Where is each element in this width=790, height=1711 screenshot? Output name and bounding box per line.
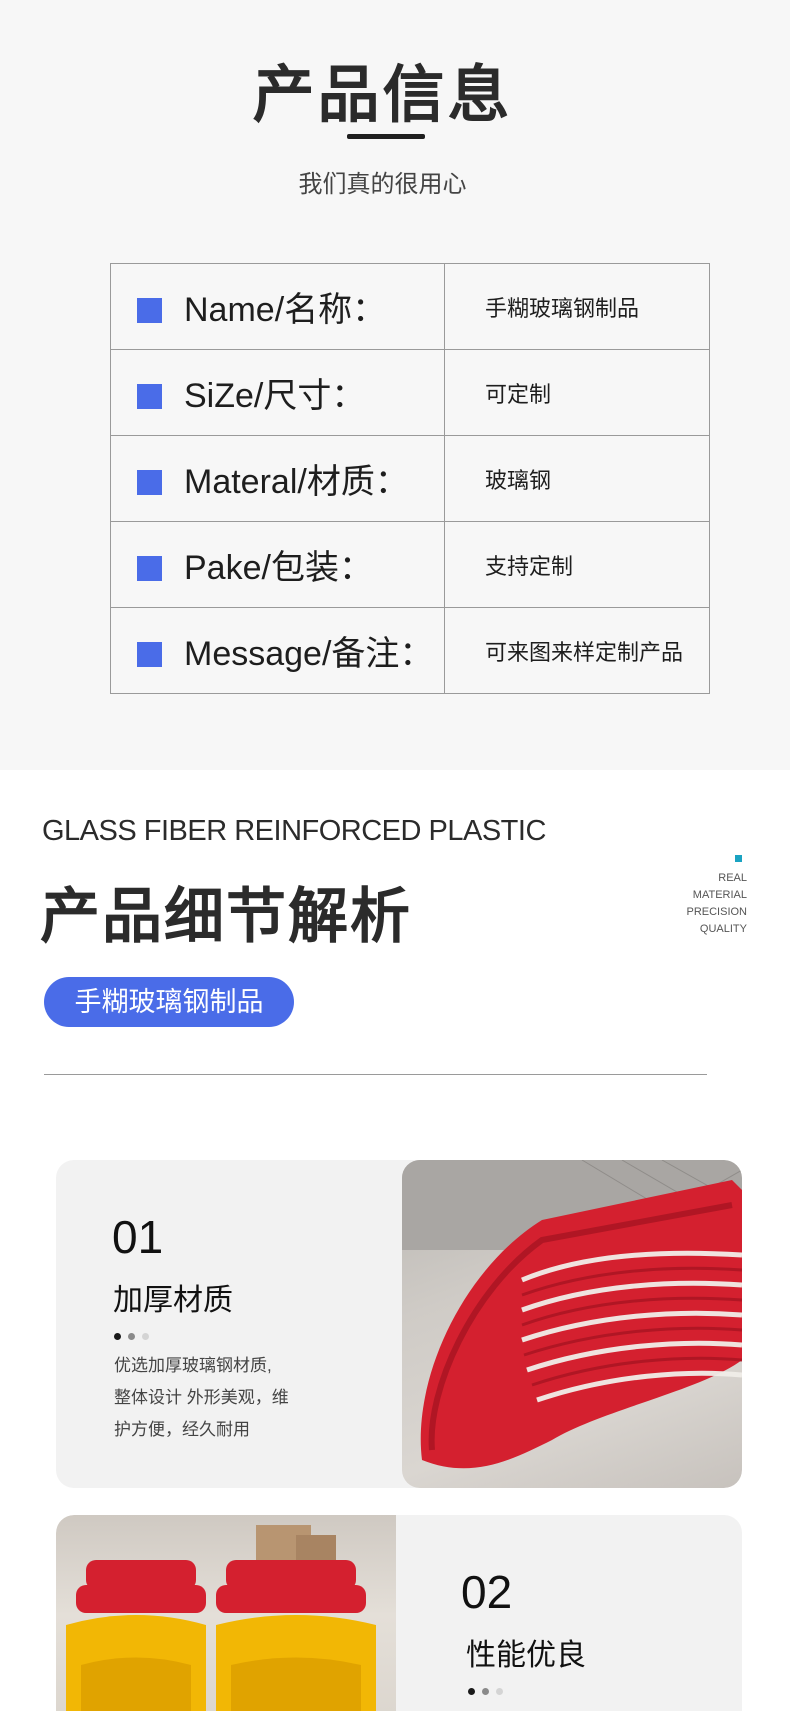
- pagination-dots: [468, 1682, 510, 1700]
- row-key: SiZe/尺寸：: [184, 377, 366, 415]
- side-tagline-line: PRECISION: [686, 906, 747, 918]
- side-tagline-line: MATERIAL: [692, 889, 747, 901]
- description-line: 护方便，经久耐用: [114, 1420, 250, 1439]
- pagination-dots: [114, 1327, 156, 1345]
- table-row: Materal/材质： 玻璃钢: [110, 435, 710, 522]
- feature-number: 02: [461, 1566, 513, 1618]
- feature-number: 01: [112, 1211, 164, 1263]
- table-key-cell: Name/名称：: [110, 263, 445, 350]
- product-photo: [402, 1160, 742, 1488]
- product-info-subtitle: 我们真的很用心: [298, 171, 467, 198]
- dot-icon: [142, 1333, 149, 1340]
- table-row: Pake/包装： 支持定制: [110, 521, 710, 608]
- section-divider: [44, 1074, 707, 1075]
- accent-square-icon: [735, 855, 742, 862]
- row-key: Pake/包装：: [184, 549, 373, 587]
- title-underline: [347, 134, 425, 139]
- feature-card: 02 性能优良: [56, 1515, 742, 1711]
- detail-english-title: GLASS FIBER REINFORCED PLASTIC: [42, 815, 546, 847]
- square-bullet-icon: [137, 642, 162, 667]
- dot-icon: [496, 1688, 503, 1695]
- yellow-red-fiberglass-parts-illustration: [66, 1525, 376, 1711]
- side-tagline-line: REAL: [718, 872, 747, 884]
- square-bullet-icon: [137, 470, 162, 495]
- dot-icon: [468, 1688, 475, 1695]
- table-row: SiZe/尺寸： 可定制: [110, 349, 710, 436]
- side-tagline-line: QUALITY: [699, 923, 747, 935]
- feature-heading: 性能优良: [466, 1639, 586, 1672]
- row-value: 可定制: [444, 349, 710, 436]
- row-key: Message/备注：: [184, 635, 434, 673]
- description-line: 整体设计 外形美观，维: [114, 1388, 289, 1407]
- row-key: Materal/材质：: [184, 463, 409, 501]
- table-key-cell: Message/备注：: [110, 607, 445, 694]
- table-key-cell: Materal/材质：: [110, 435, 445, 522]
- row-key: Name/名称：: [184, 291, 387, 329]
- table-row: Message/备注： 可来图来样定制产品: [110, 607, 710, 694]
- description-line: 优选加厚玻璃钢材质,: [114, 1356, 272, 1375]
- square-bullet-icon: [137, 384, 162, 409]
- feature-description: 优选加厚玻璃钢材质, 整体设计 外形美观，维 护方便，经久耐用: [114, 1350, 314, 1446]
- product-photo: [56, 1515, 396, 1711]
- red-fiberglass-part-illustration: [402, 1160, 742, 1469]
- row-value: 手糊玻璃钢制品: [444, 263, 710, 350]
- square-bullet-icon: [137, 556, 162, 581]
- row-value: 支持定制: [444, 521, 710, 608]
- square-bullet-icon: [137, 298, 162, 323]
- feature-heading: 加厚材质: [113, 1284, 233, 1317]
- row-value: 可来图来样定制产品: [444, 607, 710, 694]
- table-key-cell: Pake/包装：: [110, 521, 445, 608]
- dot-icon: [482, 1688, 489, 1695]
- row-value: 玻璃钢: [444, 435, 710, 522]
- feature-card: 01 加厚材质 优选加厚玻璃钢材质, 整体设计 外形美观，维 护方便，经久耐用: [56, 1160, 742, 1488]
- dot-icon: [128, 1333, 135, 1340]
- dot-icon: [114, 1333, 121, 1340]
- product-info-title: 产品信息: [252, 61, 513, 130]
- detail-title: 产品细节解析: [40, 883, 412, 950]
- product-info-table: Name/名称： 手糊玻璃钢制品 SiZe/尺寸： 可定制 Materal/材质…: [110, 263, 710, 694]
- table-key-cell: SiZe/尺寸：: [110, 349, 445, 436]
- side-tagline: REAL MATERIAL PRECISION QUALITY: [686, 870, 747, 938]
- product-info-section: 产品信息 我们真的很用心 Name/名称： 手糊玻璃钢制品 SiZe/尺寸： 可…: [0, 0, 790, 770]
- table-row: Name/名称： 手糊玻璃钢制品: [110, 263, 710, 350]
- product-name-pill: 手糊玻璃钢制品: [44, 977, 294, 1027]
